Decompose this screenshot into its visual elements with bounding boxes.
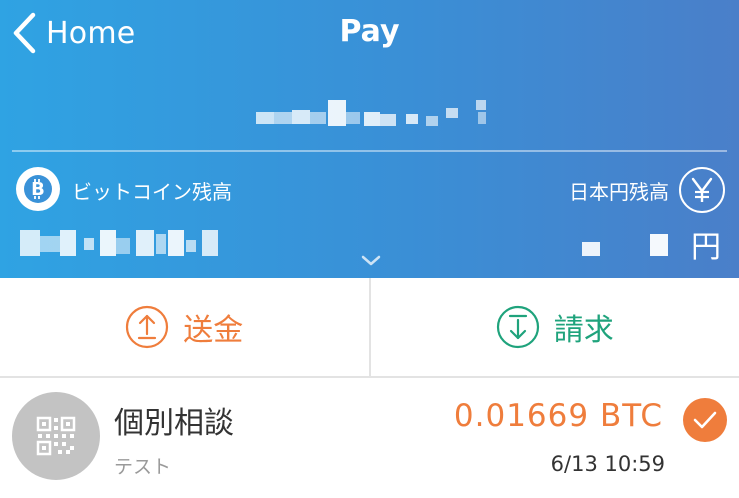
send-label: 送金 xyxy=(183,313,244,348)
upload-arrow-icon xyxy=(126,305,169,349)
header: Home Pay B ビットコイン残高 日本円残高 円 xyxy=(0,0,739,278)
chevron-down-icon[interactable] xyxy=(361,252,381,271)
transaction-time: 6/13 10:59 xyxy=(550,452,665,476)
transaction-amount: 0.01669 BTC xyxy=(453,398,663,434)
action-bar: 送金 請求 xyxy=(0,278,739,378)
transaction-row[interactable]: 個別相談 テスト 0.01669 BTC 6/13 10:59 xyxy=(0,378,739,498)
bitcoin-icon: B xyxy=(16,167,60,211)
download-arrow-icon xyxy=(496,305,539,349)
jpy-balance-label: 日本円残高 xyxy=(569,180,669,204)
checkmark-icon xyxy=(683,398,727,442)
redacted-btc-balance xyxy=(20,228,220,260)
request-label: 請求 xyxy=(553,313,614,348)
page-title: Pay xyxy=(339,14,400,49)
redacted-jpy-balance xyxy=(582,232,672,258)
send-button[interactable]: 送金 xyxy=(0,278,369,376)
btc-balance-label: ビットコイン残高 xyxy=(72,180,232,204)
header-divider xyxy=(12,150,727,152)
yen-icon xyxy=(679,167,725,213)
transaction-subtitle: テスト xyxy=(114,456,172,478)
qr-code-icon xyxy=(12,392,100,480)
jpy-unit: 円 xyxy=(691,230,721,265)
redacted-account-name xyxy=(256,98,488,128)
svg-text:B: B xyxy=(31,179,45,200)
request-button[interactable]: 請求 xyxy=(368,278,739,376)
transaction-title: 個別相談 xyxy=(114,406,234,441)
